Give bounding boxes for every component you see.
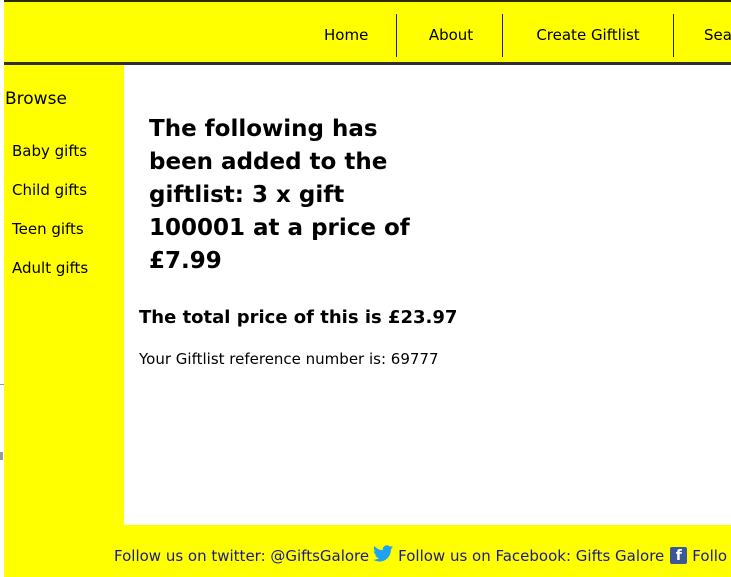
browse-heading: Browse	[5, 89, 67, 109]
giftlist-reference-text: Your Giftlist reference number is: 69777	[139, 350, 439, 368]
footer-trailing-link[interactable]: Follo	[692, 547, 727, 565]
footer-social-links: Follow us on twitter: @GiftsGalore Follo…	[114, 545, 727, 566]
twitter-link[interactable]: Follow us on twitter: @GiftsGalore	[114, 547, 369, 565]
main-content: The following has been added to the gift…	[124, 65, 731, 525]
browse-sidebar: Browse Baby gifts Child gifts Teen gifts…	[4, 65, 124, 525]
sidebar-item-child-gifts[interactable]: Child gifts	[12, 181, 87, 199]
nav-home[interactable]: Home	[324, 14, 368, 57]
nav-about[interactable]: About	[428, 14, 474, 57]
nav-create-giftlist[interactable]: Create Giftlist	[532, 14, 644, 57]
facebook-link[interactable]: Follow us on Facebook: Gifts Galore	[398, 547, 664, 565]
nav-search[interactable]: Sea	[704, 14, 731, 57]
total-price-text: The total price of this is £23.97	[139, 307, 458, 328]
sidebar-item-adult-gifts[interactable]: Adult gifts	[12, 259, 88, 277]
top-nav-bar: Home About Create Giftlist Sea	[4, 0, 731, 62]
footer: Follow us on twitter: @GiftsGalore Follo…	[4, 525, 731, 577]
facebook-f-icon[interactable]: f	[670, 547, 688, 564]
added-confirmation-heading: The following has been added to the gift…	[149, 116, 410, 274]
twitter-bird-icon[interactable]	[373, 545, 394, 566]
nav-separator	[673, 14, 674, 57]
sidebar-item-teen-gifts[interactable]: Teen gifts	[12, 220, 84, 238]
edge-marker	[0, 452, 3, 460]
nav-separator	[502, 14, 503, 57]
sidebar-item-baby-gifts[interactable]: Baby gifts	[12, 142, 87, 160]
nav-separator	[396, 14, 397, 57]
